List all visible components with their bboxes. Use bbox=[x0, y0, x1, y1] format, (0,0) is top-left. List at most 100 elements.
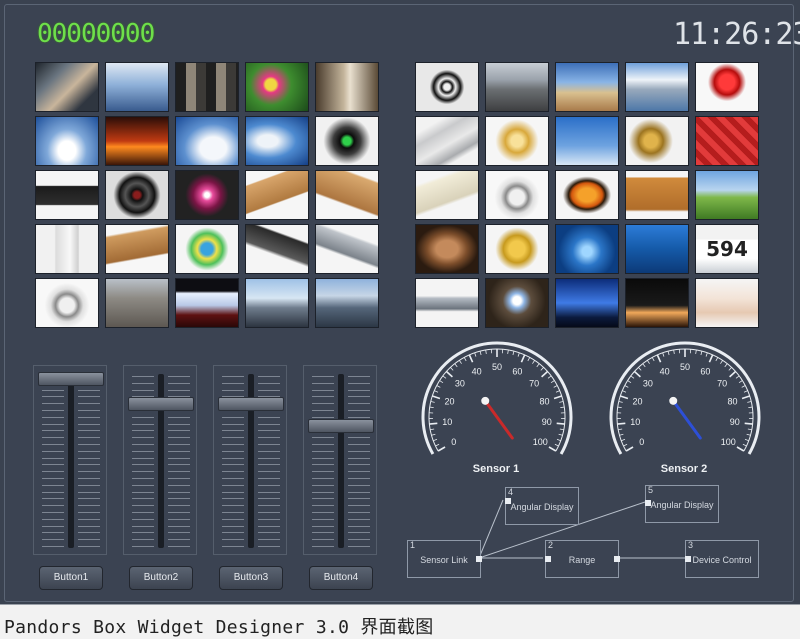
right-thumb-gift-bow[interactable] bbox=[485, 116, 549, 166]
left-thumb-lens-closeup[interactable] bbox=[105, 170, 169, 220]
left-thumb-city-aerial[interactable] bbox=[315, 278, 379, 328]
gauge-tick bbox=[485, 349, 487, 354]
left-thumb-sky-clouds[interactable] bbox=[35, 116, 99, 166]
right-thumb-measuring-tape[interactable] bbox=[485, 224, 549, 274]
fader-tick bbox=[222, 437, 244, 439]
right-thumb-paper[interactable] bbox=[415, 116, 479, 166]
fader-tick bbox=[78, 450, 100, 452]
left-thumb-video-camera[interactable] bbox=[35, 170, 99, 220]
gauge-tick bbox=[520, 354, 526, 363]
left-thumb-glass-building[interactable] bbox=[105, 62, 169, 112]
gauge-tick bbox=[459, 360, 462, 364]
left-thumb-cables[interactable] bbox=[175, 224, 239, 274]
right-thumb-rose[interactable] bbox=[695, 62, 759, 112]
left-thumb-crowd[interactable] bbox=[35, 62, 99, 112]
right-thumb-stage-lights[interactable] bbox=[625, 278, 689, 328]
left-thumb-pink-lens[interactable] bbox=[175, 170, 239, 220]
fader-2-handle[interactable] bbox=[128, 397, 194, 412]
node-device-control[interactable]: 3 Device Control bbox=[685, 540, 759, 578]
button4[interactable]: Button4 bbox=[309, 566, 373, 590]
left-thumb-open-box[interactable] bbox=[315, 170, 379, 220]
right-thumb-person-sky[interactable] bbox=[555, 116, 619, 166]
gauge-tick bbox=[642, 363, 646, 368]
fader-tick bbox=[132, 376, 154, 377]
fader-4[interactable] bbox=[303, 365, 377, 555]
fader-1-handle[interactable] bbox=[38, 372, 104, 386]
fader-1[interactable] bbox=[33, 365, 107, 555]
gauge-tick bbox=[436, 385, 441, 388]
gauge-tick bbox=[463, 357, 467, 362]
left-thumb-cinema[interactable] bbox=[175, 278, 239, 328]
fader-tick bbox=[258, 450, 280, 452]
right-thumb-jersey-594[interactable]: 594 bbox=[695, 224, 759, 274]
right-thumb-car[interactable] bbox=[415, 278, 479, 328]
gauge-tick-label: 50 bbox=[492, 362, 502, 372]
fader-tick bbox=[78, 518, 100, 520]
left-thumb-people-collage[interactable] bbox=[175, 62, 239, 112]
right-thumb-beach[interactable] bbox=[555, 62, 619, 112]
right-thumb-red-chips[interactable] bbox=[695, 116, 759, 166]
gauge-tick bbox=[445, 370, 453, 378]
right-thumb-keys[interactable] bbox=[625, 116, 689, 166]
fader-tick bbox=[132, 444, 154, 445]
gauge-tick-label: 20 bbox=[444, 397, 454, 407]
button3[interactable]: Button3 bbox=[219, 566, 283, 590]
fader-tick bbox=[312, 396, 334, 398]
gauge-tick bbox=[450, 367, 454, 371]
node-angular-display-2[interactable]: 5 Angular Display bbox=[645, 485, 719, 523]
input-port[interactable] bbox=[505, 498, 511, 504]
right-thumb-man-face[interactable] bbox=[415, 224, 479, 274]
output-port[interactable] bbox=[476, 556, 482, 562]
fader-3-handle[interactable] bbox=[218, 397, 284, 412]
input-port[interactable] bbox=[545, 556, 551, 562]
gauge-tick bbox=[625, 446, 634, 452]
gauge-tick bbox=[547, 375, 552, 379]
fader-4-handle[interactable] bbox=[308, 419, 374, 434]
left-thumb-sunset[interactable] bbox=[105, 116, 169, 166]
left-thumb-street[interactable] bbox=[315, 62, 379, 112]
left-thumb-camera-lens[interactable] bbox=[315, 116, 379, 166]
node-range[interactable]: 2 Range bbox=[545, 540, 620, 578]
button1[interactable]: Button1 bbox=[39, 566, 103, 590]
fader-tick bbox=[348, 389, 370, 391]
button2[interactable]: Button2 bbox=[129, 566, 193, 590]
fader-2[interactable] bbox=[123, 365, 197, 555]
fader-3[interactable] bbox=[213, 365, 287, 555]
right-thumb-stopwatch[interactable] bbox=[485, 170, 549, 220]
right-thumb-water-swirl[interactable] bbox=[555, 224, 619, 274]
fader-tick bbox=[78, 410, 100, 411]
node-sensor-link[interactable]: 1 Sensor Link bbox=[407, 540, 482, 578]
gauge-tick bbox=[437, 446, 446, 452]
right-thumb-envelope[interactable] bbox=[415, 170, 479, 220]
left-thumb-flip-phone[interactable] bbox=[315, 224, 379, 274]
right-thumb-dancer-feet[interactable] bbox=[695, 278, 759, 328]
fader-tick bbox=[78, 539, 100, 541]
node-angular-display-1[interactable]: 4 Angular Display bbox=[505, 487, 579, 525]
left-thumb-clouds[interactable] bbox=[175, 116, 239, 166]
left-thumb-blue-sky[interactable] bbox=[245, 116, 309, 166]
right-thumb-clipboard[interactable] bbox=[625, 170, 689, 220]
right-thumb-butterfly[interactable] bbox=[555, 170, 619, 220]
right-thumb-film-reel[interactable] bbox=[415, 62, 479, 112]
left-thumb-city-skyline[interactable] bbox=[245, 278, 309, 328]
left-thumb-cathedral[interactable] bbox=[105, 278, 169, 328]
right-thumb-mountain-lake[interactable] bbox=[625, 62, 689, 112]
fader-tick bbox=[42, 546, 64, 547]
input-port[interactable] bbox=[685, 556, 691, 562]
left-thumb-cardboard-box[interactable] bbox=[105, 224, 169, 274]
output-port[interactable] bbox=[614, 556, 620, 562]
right-thumb-green-field[interactable] bbox=[695, 170, 759, 220]
left-thumb-box[interactable] bbox=[245, 170, 309, 220]
right-thumb-concert-crowd[interactable] bbox=[555, 278, 619, 328]
right-thumb-dome[interactable] bbox=[485, 278, 549, 328]
node-label: Angular Display bbox=[510, 502, 574, 512]
input-port[interactable] bbox=[645, 500, 651, 506]
left-thumb-flowers[interactable] bbox=[245, 62, 309, 112]
fader-tick bbox=[168, 505, 190, 507]
fader-tick bbox=[132, 382, 154, 384]
left-thumb-white-box[interactable] bbox=[35, 224, 99, 274]
right-thumb-road[interactable] bbox=[485, 62, 549, 112]
left-thumb-stopwatch[interactable] bbox=[35, 278, 99, 328]
right-thumb-blue-water[interactable] bbox=[625, 224, 689, 274]
left-thumb-phone[interactable] bbox=[245, 224, 309, 274]
